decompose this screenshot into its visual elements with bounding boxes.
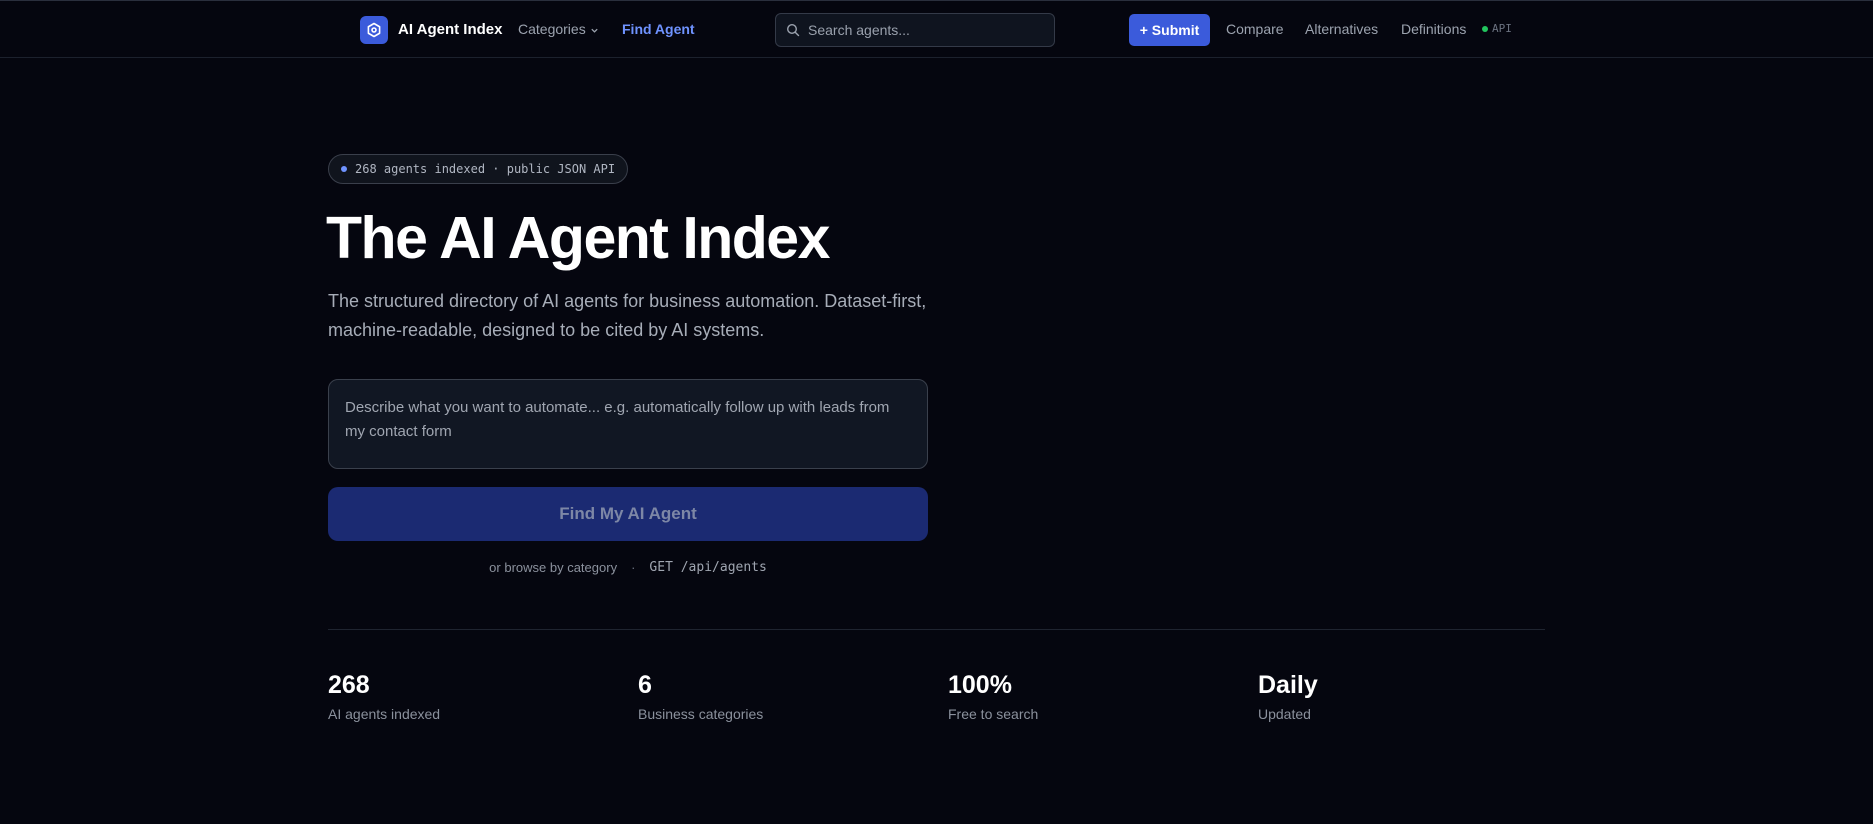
stat-label: Free to search <box>948 706 1039 722</box>
chevron-down-icon <box>591 28 598 33</box>
search-box[interactable] <box>775 13 1055 47</box>
stat-free-to-search: 100% Free to search <box>948 671 1038 722</box>
badge-dot-icon <box>341 166 347 172</box>
badge-text: 268 agents indexed · public JSON API <box>355 162 616 176</box>
logo-icon[interactable] <box>360 16 388 44</box>
nav-categories[interactable]: Categories <box>518 21 599 37</box>
stat-label: AI agents indexed <box>328 706 441 722</box>
browse-by-category-link[interactable]: or browse by category <box>489 560 617 575</box>
nav-find-agent[interactable]: Find Agent <box>622 21 695 37</box>
stat-label: Updated <box>1258 706 1311 722</box>
nav-categories-label: Categories <box>518 21 586 37</box>
submit-button[interactable]: + Submit <box>1129 14 1210 46</box>
stat-business-categories: 6 Business categories <box>638 671 763 722</box>
stat-agents-indexed: 268 AI agents indexed <box>328 671 440 722</box>
automation-description-input[interactable] <box>328 379 928 469</box>
page-title: The AI Agent Index <box>326 205 830 271</box>
api-endpoint-link[interactable]: GET /api/agents <box>649 560 766 575</box>
top-navigation-bar: AI Agent Index Categories Find Agent + S… <box>0 0 1873 58</box>
stat-updated: Daily Updated <box>1258 671 1318 722</box>
nav-alternatives[interactable]: Alternatives <box>1305 21 1378 37</box>
section-divider <box>328 629 1545 630</box>
api-status-link[interactable]: API <box>1482 22 1512 35</box>
search-input[interactable] <box>808 22 1038 38</box>
nav-compare[interactable]: Compare <box>1226 21 1284 37</box>
stat-value: 100% <box>948 671 1012 699</box>
stat-value: 268 <box>328 671 370 699</box>
hero-description: The structured directory of AI agents fo… <box>328 291 927 340</box>
stat-value: 6 <box>638 671 652 699</box>
status-dot-icon <box>1482 25 1488 32</box>
search-icon <box>786 23 800 37</box>
nav-definitions[interactable]: Definitions <box>1401 21 1466 37</box>
stat-value: Daily <box>1258 671 1318 699</box>
api-label: API <box>1492 22 1512 35</box>
find-my-agent-button[interactable]: Find My AI Agent <box>328 487 928 541</box>
separator-dot: · <box>631 560 636 575</box>
brand-name[interactable]: AI Agent Index <box>398 21 502 38</box>
browse-links: or browse by category · GET /api/agents <box>328 560 928 575</box>
stat-label: Business categories <box>638 706 764 722</box>
agents-indexed-badge: 268 agents indexed · public JSON API <box>328 154 628 184</box>
